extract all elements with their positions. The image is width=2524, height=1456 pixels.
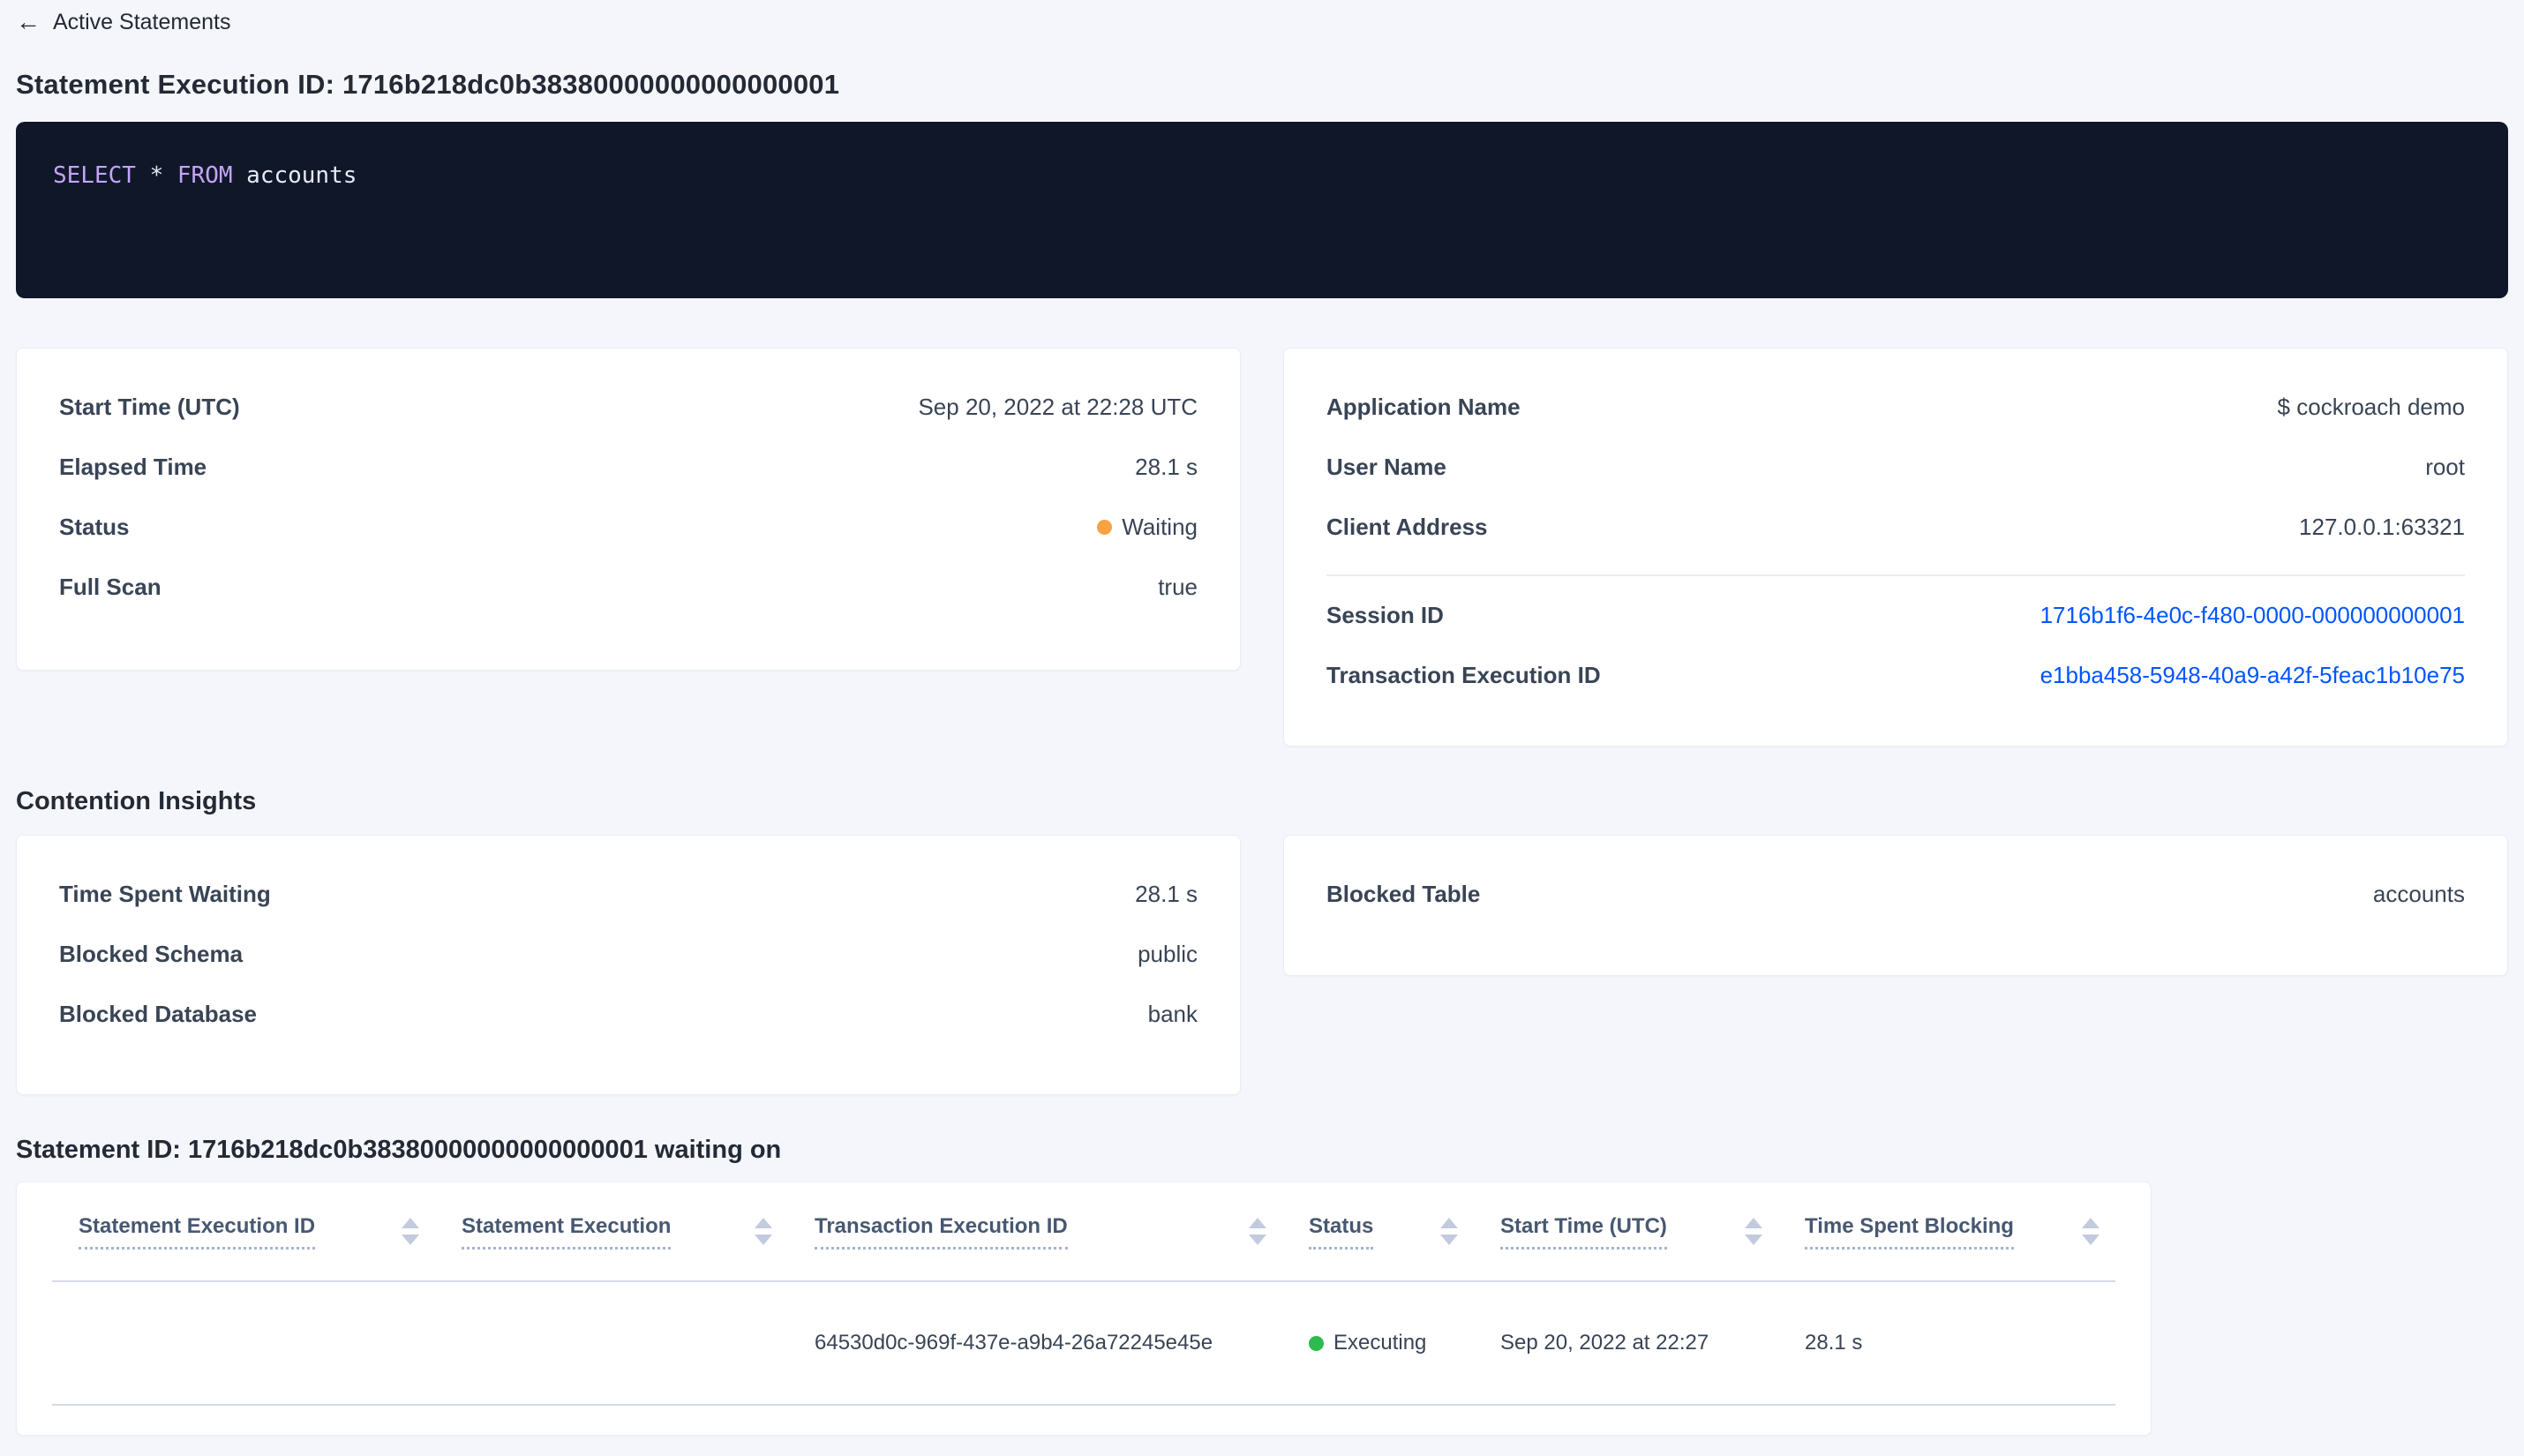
back-link[interactable]: ← Active Statements xyxy=(16,7,2508,37)
blocked-schema-value: public xyxy=(1138,940,1198,967)
status-value: Waiting xyxy=(1097,514,1198,541)
blocked-database-row: Blocked Database bank xyxy=(59,1000,1198,1027)
session-id-link[interactable]: 1716b1f6-4e0c-f480-0000-000000000001 xyxy=(2040,602,2465,629)
full-scan-row: Full Scan true xyxy=(59,573,1198,600)
application-name-label: Application Name xyxy=(1326,393,1521,420)
user-name-label: User Name xyxy=(1326,453,1446,480)
start-time-value: Sep 20, 2022 at 22:28 UTC xyxy=(918,393,1198,420)
page-title: Statement Execution ID: 1716b218dc0b3838… xyxy=(16,69,840,100)
sql-statement: SELECT * FROM accounts xyxy=(53,162,357,189)
blocked-table-card: Blocked Table accounts xyxy=(1283,835,2508,976)
contention-insights-heading: Contention Insights xyxy=(16,787,257,815)
cell-time-spent-blocking: 28.1 s xyxy=(1778,1281,2115,1406)
statement-execution-page: ← Active Statements Statement Execution … xyxy=(0,0,2524,1436)
status-text: Waiting xyxy=(1122,513,1198,540)
column-header-statement-execution[interactable]: Statement Execution xyxy=(435,1182,788,1282)
transaction-execution-id-link[interactable]: e1bba458-5948-40a9-a42f-5feac1b10e75 xyxy=(2040,662,2465,689)
cell-status: Executing xyxy=(1282,1281,1474,1406)
time-spent-waiting-label: Time Spent Waiting xyxy=(59,880,271,907)
status-text: Executing xyxy=(1333,1331,1427,1355)
blocked-schema-row: Blocked Schema public xyxy=(59,940,1198,967)
column-label: Statement Execution xyxy=(462,1214,672,1250)
sort-icon[interactable] xyxy=(1440,1218,1458,1245)
back-link-label: Active Statements xyxy=(53,9,231,34)
blocked-table-label: Blocked Table xyxy=(1326,880,1481,907)
waiting-on-table-card: Statement Execution ID Statement Executi… xyxy=(16,1182,2152,1436)
column-header-transaction-execution-id[interactable]: Transaction Execution ID xyxy=(788,1182,1282,1282)
sort-icon[interactable] xyxy=(1745,1218,1762,1245)
overview-card: Start Time (UTC) Sep 20, 2022 at 22:28 U… xyxy=(16,348,1241,671)
sort-icon[interactable] xyxy=(402,1218,419,1245)
user-name-row: User Name root xyxy=(1326,453,2465,480)
sql-text: * xyxy=(135,162,177,189)
status-row: Status Waiting xyxy=(59,513,1198,541)
sql-keyword: FROM xyxy=(177,162,233,189)
blocked-table-value: accounts xyxy=(2372,880,2465,907)
session-id-label: Session ID xyxy=(1326,601,1444,628)
contention-insights-row: Time Spent Waiting 28.1 s Blocked Schema… xyxy=(16,835,2508,1095)
full-scan-value: true xyxy=(1158,573,1198,600)
application-name-row: Application Name $ cockroach demo xyxy=(1326,393,2465,420)
client-address-value: 127.0.0.1:63321 xyxy=(2299,513,2465,540)
status-executing-dot-icon xyxy=(1309,1335,1324,1351)
column-header-time-spent-blocking[interactable]: Time Spent Blocking xyxy=(1778,1182,2115,1282)
session-id-row: Session ID 1716b1f6-4e0c-f480-0000-00000… xyxy=(1326,601,2465,629)
cell-start-time: Sep 20, 2022 at 22:27 xyxy=(1474,1281,1778,1406)
blocked-database-value: bank xyxy=(1147,1000,1198,1027)
blocked-table-row: Blocked Table accounts xyxy=(1326,880,2465,907)
sql-text: accounts xyxy=(232,162,357,189)
session-card: Application Name $ cockroach demo User N… xyxy=(1283,348,2508,747)
time-spent-waiting-value: 28.1 s xyxy=(1135,880,1198,907)
sort-icon[interactable] xyxy=(2082,1218,2100,1245)
user-name-value: root xyxy=(2425,453,2465,480)
start-time-row: Start Time (UTC) Sep 20, 2022 at 22:28 U… xyxy=(59,393,1198,420)
back-arrow-icon: ← xyxy=(16,8,41,35)
status-waiting-dot-icon xyxy=(1097,519,1113,535)
waiting-on-table: Statement Execution ID Statement Executi… xyxy=(52,1182,2115,1406)
blocked-database-label: Blocked Database xyxy=(59,1000,257,1027)
status-label: Status xyxy=(59,513,130,540)
start-time-label: Start Time (UTC) xyxy=(59,393,240,420)
table-header-row: Statement Execution ID Statement Executi… xyxy=(52,1182,2115,1282)
client-address-row: Client Address 127.0.0.1:63321 xyxy=(1326,513,2465,540)
column-label: Statement Execution ID xyxy=(79,1214,316,1250)
elapsed-time-value: 28.1 s xyxy=(1135,453,1198,480)
card-divider xyxy=(1326,574,2465,576)
column-label: Status xyxy=(1309,1214,1374,1250)
sort-icon[interactable] xyxy=(755,1218,772,1245)
elapsed-time-label: Elapsed Time xyxy=(59,453,207,480)
sql-keyword: SELECT xyxy=(53,162,136,189)
sql-statement-box: SELECT * FROM accounts xyxy=(16,122,2508,298)
column-header-statement-execution-id[interactable]: Statement Execution ID xyxy=(52,1182,435,1282)
blocked-schema-label: Blocked Schema xyxy=(59,940,244,967)
column-header-start-time[interactable]: Start Time (UTC) xyxy=(1474,1182,1778,1282)
transaction-execution-id-label: Transaction Execution ID xyxy=(1326,661,1601,688)
time-spent-waiting-row: Time Spent Waiting 28.1 s xyxy=(59,880,1198,907)
contention-insights-card: Time Spent Waiting 28.1 s Blocked Schema… xyxy=(16,835,1241,1095)
elapsed-time-row: Elapsed Time 28.1 s xyxy=(59,453,1198,480)
cell-transaction-execution-id: 64530d0c-969f-437e-a9b4-26a72245e45e xyxy=(788,1281,1282,1406)
cell-statement-execution xyxy=(435,1281,788,1406)
table-row: 64530d0c-969f-437e-a9b4-26a72245e45e Exe… xyxy=(52,1281,2115,1406)
column-header-status[interactable]: Status xyxy=(1282,1182,1474,1282)
column-label: Time Spent Blocking xyxy=(1805,1214,2014,1250)
sort-icon[interactable] xyxy=(1249,1218,1266,1245)
cell-statement-execution-id xyxy=(52,1281,435,1406)
application-name-value: $ cockroach demo xyxy=(2277,393,2465,420)
full-scan-label: Full Scan xyxy=(59,573,162,600)
client-address-label: Client Address xyxy=(1326,513,1488,540)
transaction-execution-id-row: Transaction Execution ID e1bba458-5948-4… xyxy=(1326,661,2465,689)
waiting-on-heading: Statement ID: 1716b218dc0b38380000000000… xyxy=(16,1136,782,1164)
execution-details-row: Start Time (UTC) Sep 20, 2022 at 22:28 U… xyxy=(16,348,2508,747)
column-label: Start Time (UTC) xyxy=(1500,1214,1667,1250)
column-label: Transaction Execution ID xyxy=(815,1214,1068,1250)
